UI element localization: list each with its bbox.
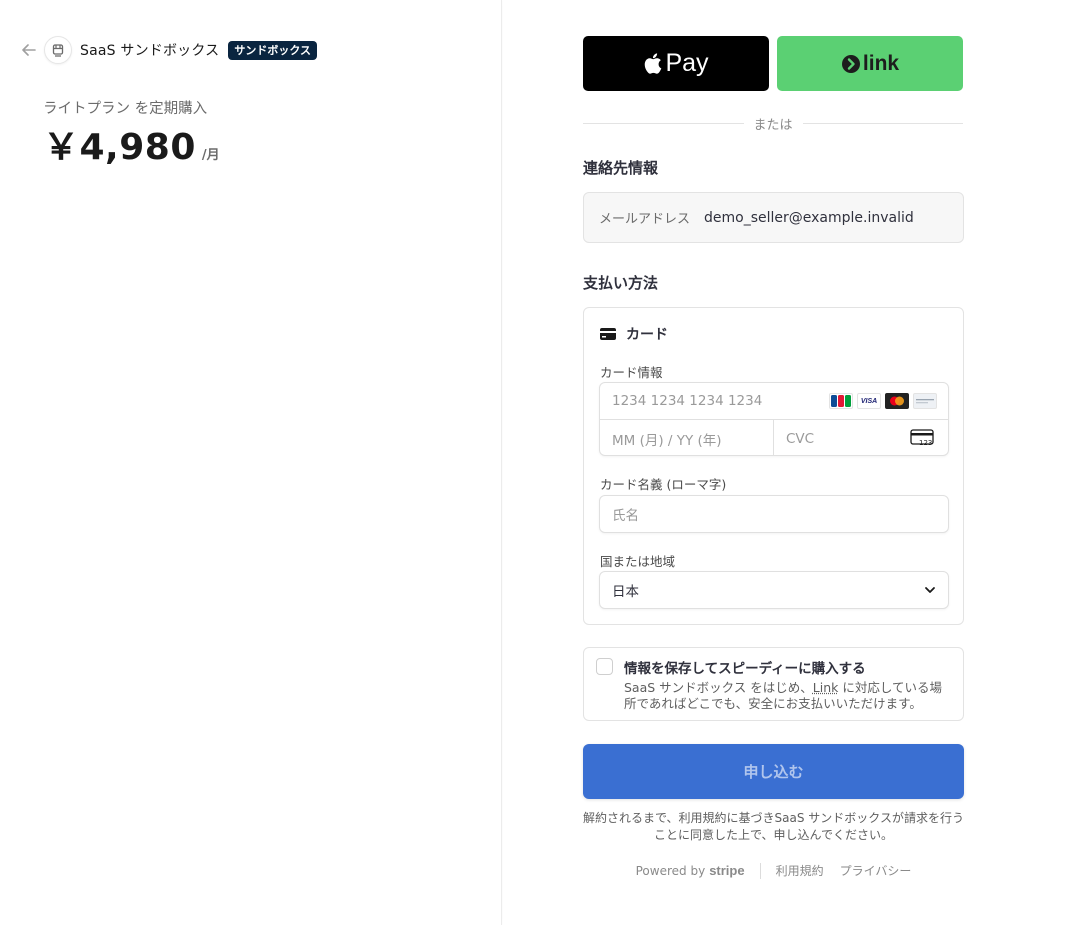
privacy-link[interactable]: プライバシー <box>840 862 912 879</box>
link-logo-icon <box>841 54 860 73</box>
divider-line <box>583 122 744 124</box>
payment-method-header[interactable]: カード <box>600 324 668 344</box>
save-info-checkbox[interactable] <box>596 658 613 675</box>
merchant-name: SaaS サンドボックス <box>80 43 220 59</box>
price: ￥4,980 <box>43 127 196 168</box>
email-label: メールアドレス <box>599 212 691 227</box>
or-divider: または <box>583 113 964 133</box>
apple-pay-label: Pay <box>665 49 709 77</box>
price-row: ￥4,980 /月 <box>43 118 220 170</box>
email-value: demo_seller@example.invalid <box>704 209 914 226</box>
country-value: 日本 <box>612 584 639 600</box>
checkout-form-pane: Pay link または 連絡先情報 メールアドレス demo_seller@e… <box>503 0 1091 925</box>
contact-section-title: 連絡先情報 <box>583 159 659 177</box>
card-brands: VISA <box>829 393 937 409</box>
mastercard-icon <box>885 393 909 409</box>
card-cvc-input[interactable]: CVC 123 <box>774 420 948 455</box>
plan-label: ライトプラン を定期購入 <box>43 101 208 117</box>
payment-method-card: カード カード情報 1234 1234 1234 1234 VISA MM (月… <box>583 307 964 625</box>
visa-icon: VISA <box>857 393 881 409</box>
merchant-header: SaaS サンドボックス サンドボックス <box>20 36 318 64</box>
back-arrow-icon[interactable] <box>20 41 38 59</box>
cvc-placeholder: CVC <box>786 430 815 447</box>
card-info-label: カード情報 <box>600 365 663 380</box>
wallet-buttons: Pay link <box>583 36 963 91</box>
save-info-box: 情報を保存してスピーディーに購入する SaaS サンドボックス をはじめ、Lin… <box>583 647 964 721</box>
cvc-icon-text: 123 <box>919 439 932 447</box>
card-input-group: 1234 1234 1234 1234 VISA MM (月) / YY (年)… <box>599 382 949 456</box>
price-unit: /月 <box>201 148 220 163</box>
divider-line <box>802 122 964 124</box>
chevron-down-icon <box>925 587 935 593</box>
payment-section-title: 支払い方法 <box>583 274 659 292</box>
terms-link[interactable]: 利用規約 <box>776 862 824 879</box>
email-field[interactable]: メールアドレス demo_seller@example.invalid <box>583 192 964 243</box>
link-pay-button[interactable]: link <box>777 36 963 91</box>
card-expiry-input[interactable]: MM (月) / YY (年) <box>600 420 774 455</box>
cardholder-label: カード名義 (ローマ字) <box>600 477 727 492</box>
discover-icon <box>913 393 937 409</box>
country-select[interactable]: 日本 <box>599 571 949 609</box>
payment-method-label: カード <box>626 327 668 343</box>
link-pay-label: link <box>862 51 900 75</box>
jcb-icon <box>829 393 853 409</box>
footer-separator <box>759 862 761 879</box>
save-info-description: SaaS サンドボックス をはじめ、Link に対応している場所であればどこでも… <box>624 680 954 712</box>
stripe-logo[interactable]: stripe <box>709 863 744 878</box>
card-number-placeholder: 1234 1234 1234 1234 <box>612 393 763 409</box>
apple-logo-icon <box>645 53 662 74</box>
credit-card-icon <box>600 328 616 340</box>
sandbox-badge: サンドボックス <box>228 40 318 60</box>
footer: Powered by stripe 利用規約 プライバシー <box>583 862 964 879</box>
country-label: 国または地域 <box>600 554 676 569</box>
expiry-placeholder: MM (月) / YY (年) <box>612 432 722 449</box>
card-number-input[interactable]: 1234 1234 1234 1234 VISA <box>600 383 948 420</box>
subscribe-button[interactable]: 申し込む <box>583 744 964 799</box>
link-info-link[interactable]: Link <box>813 680 839 695</box>
cardholder-placeholder: 氏名 <box>612 508 639 524</box>
save-desc-pre: SaaS サンドボックス をはじめ、 <box>624 680 813 695</box>
or-text: または <box>753 117 793 133</box>
powered-by-text: Powered by <box>635 863 706 878</box>
order-summary-pane: SaaS サンドボックス サンドボックス ライトプラン を定期購入 ￥4,980… <box>0 0 502 925</box>
subscribe-button-label: 申し込む <box>743 763 804 781</box>
apple-pay-button[interactable]: Pay <box>583 36 769 91</box>
save-info-title: 情報を保存してスピーディーに購入する <box>624 661 866 677</box>
merchant-logo-icon <box>44 36 72 64</box>
cardholder-name-input[interactable]: 氏名 <box>599 495 949 533</box>
terms-text: 解約されるまで、利用規約に基づきSaaS サンドボックスが請求を行うことに同意し… <box>583 811 964 842</box>
cvc-card-icon: 123 <box>910 429 936 451</box>
